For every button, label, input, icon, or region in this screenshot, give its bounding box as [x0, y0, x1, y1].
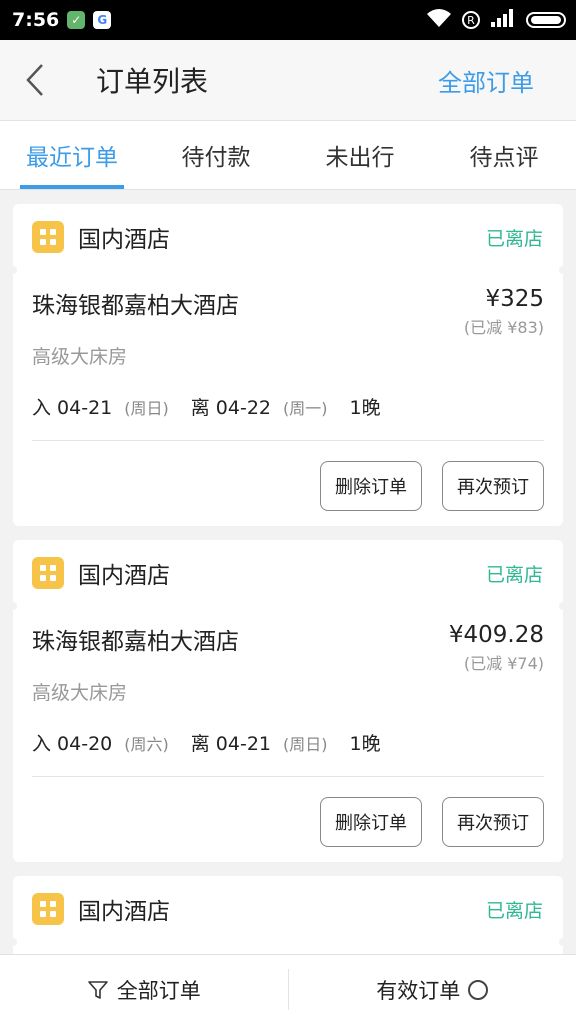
room-type: 高级大床房	[32, 346, 128, 368]
checkin-date: 入 04-20	[32, 733, 113, 755]
tab-recent-orders[interactable]: 最近订单	[0, 121, 144, 189]
checkout-date: 离 04-22	[190, 397, 271, 419]
filter-all-orders-button[interactable]: 全部订单	[0, 955, 288, 1024]
valid-orders-toggle[interactable]: 有效订单	[289, 955, 576, 1024]
stay-dates: 入 04-20 (周六) 离 04-21 (周日) 1晚	[32, 729, 544, 756]
order-status: 已离店	[485, 227, 543, 250]
rebook-button[interactable]: 再次预订	[442, 797, 544, 847]
nights-count: 1晚	[349, 397, 381, 419]
filter-label: 全部订单	[116, 978, 201, 1003]
checkin-weekday: (周日)	[124, 398, 169, 418]
filter-icon	[87, 980, 108, 999]
battery-icon	[526, 12, 566, 28]
rebook-button[interactable]: 再次预订	[442, 461, 544, 511]
radio-icon[interactable]	[468, 979, 489, 1000]
order-category: 国内酒店	[78, 899, 170, 925]
nav-header: 订单列表 全部订单	[0, 40, 576, 120]
all-orders-link[interactable]: 全部订单	[438, 63, 534, 98]
checkout-date: 离 04-21	[190, 733, 271, 755]
hotel-name: 珠海银都嘉柏大酒店	[32, 629, 239, 655]
order-price: ¥409.28	[448, 622, 544, 648]
delete-order-button[interactable]: 删除订单	[320, 797, 422, 847]
discount-amount: (已减 ¥83)	[463, 318, 544, 337]
registered-icon: R	[462, 11, 480, 29]
checkin-date: 入 04-21	[32, 397, 113, 419]
order-card[interactable]: 国内酒店 已离店 珠海银都嘉柏大酒店 ¥325 (已减 ¥83) 高级大床房 入…	[9, 204, 567, 526]
hotel-icon	[32, 557, 64, 589]
checkin-weekday: (周六)	[124, 734, 169, 754]
status-time: 7:56	[12, 9, 60, 31]
hotel-name: 珠海银都嘉柏大酒店	[32, 293, 239, 319]
checkout-weekday: (周日)	[283, 734, 328, 754]
order-tabs: 最近订单 待付款 未出行 待点评	[0, 120, 576, 190]
bottom-filter-bar: 全部订单 有效订单	[0, 954, 576, 1024]
order-card[interactable]: 国内酒店 已离店	[9, 876, 567, 966]
delete-order-button[interactable]: 删除订单	[320, 461, 422, 511]
status-bar: 7:56 ✓ G R	[0, 0, 576, 40]
shield-app-icon: ✓	[67, 11, 86, 29]
valid-orders-label: 有效订单	[376, 978, 461, 1003]
page-title: 订单列表	[96, 65, 209, 98]
order-status: 已离店	[485, 899, 543, 922]
room-type: 高级大床房	[32, 682, 128, 704]
stay-dates: 入 04-21 (周日) 离 04-22 (周一) 1晚	[32, 393, 544, 420]
signal-icon	[490, 8, 516, 32]
hotel-icon	[32, 893, 64, 925]
order-category: 国内酒店	[78, 563, 170, 589]
tab-pending-payment[interactable]: 待付款	[144, 121, 288, 189]
tab-pending-review[interactable]: 待点评	[432, 121, 576, 189]
order-card[interactable]: 国内酒店 已离店 珠海银都嘉柏大酒店 ¥409.28 (已减 ¥74) 高级大床…	[9, 540, 567, 862]
order-price: ¥325	[485, 286, 544, 312]
google-app-icon: G	[93, 11, 112, 29]
order-status: 已离店	[485, 563, 543, 586]
back-button[interactable]	[24, 40, 64, 120]
order-category: 国内酒店	[78, 227, 170, 253]
nights-count: 1晚	[349, 733, 381, 755]
hotel-icon	[32, 221, 64, 253]
wifi-icon	[426, 8, 452, 32]
discount-amount: (已减 ¥74)	[463, 654, 544, 673]
chevron-left-icon	[26, 64, 43, 96]
checkout-weekday: (周一)	[283, 398, 328, 418]
tab-not-traveled[interactable]: 未出行	[288, 121, 432, 189]
